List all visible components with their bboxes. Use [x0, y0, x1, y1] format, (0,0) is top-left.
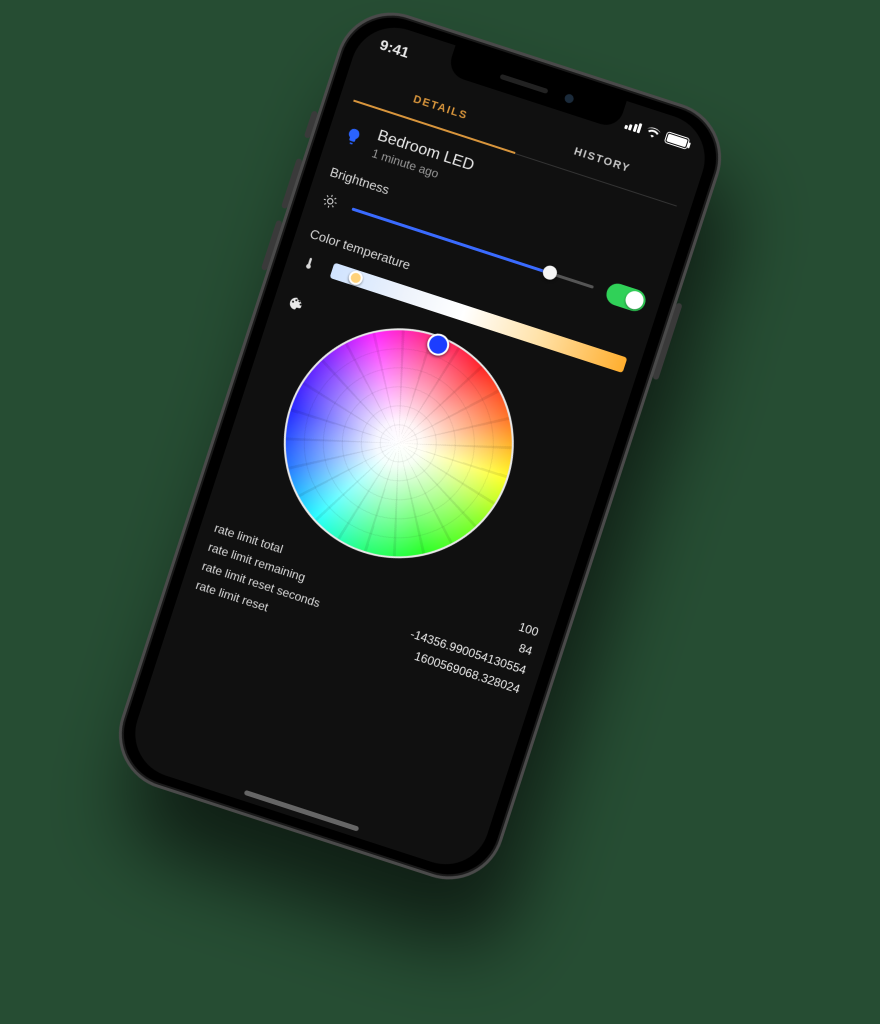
front-camera: [563, 92, 574, 103]
sun-icon: [319, 191, 341, 212]
battery-icon: [664, 131, 691, 150]
attribute-value: 84: [517, 641, 534, 658]
color-wheel-marker[interactable]: [424, 331, 452, 359]
wifi-icon: [644, 125, 663, 141]
cellular-signal-icon: [624, 119, 643, 134]
thermometer-icon: [299, 253, 321, 274]
palette-icon: [284, 294, 306, 319]
attribute-value: 100: [517, 620, 540, 640]
phone-mockup: 9:41 Details History: [104, 0, 735, 894]
status-time: 9:41: [378, 36, 412, 61]
bulb-icon: [342, 125, 365, 148]
speaker: [499, 73, 548, 93]
power-toggle[interactable]: [604, 281, 649, 314]
